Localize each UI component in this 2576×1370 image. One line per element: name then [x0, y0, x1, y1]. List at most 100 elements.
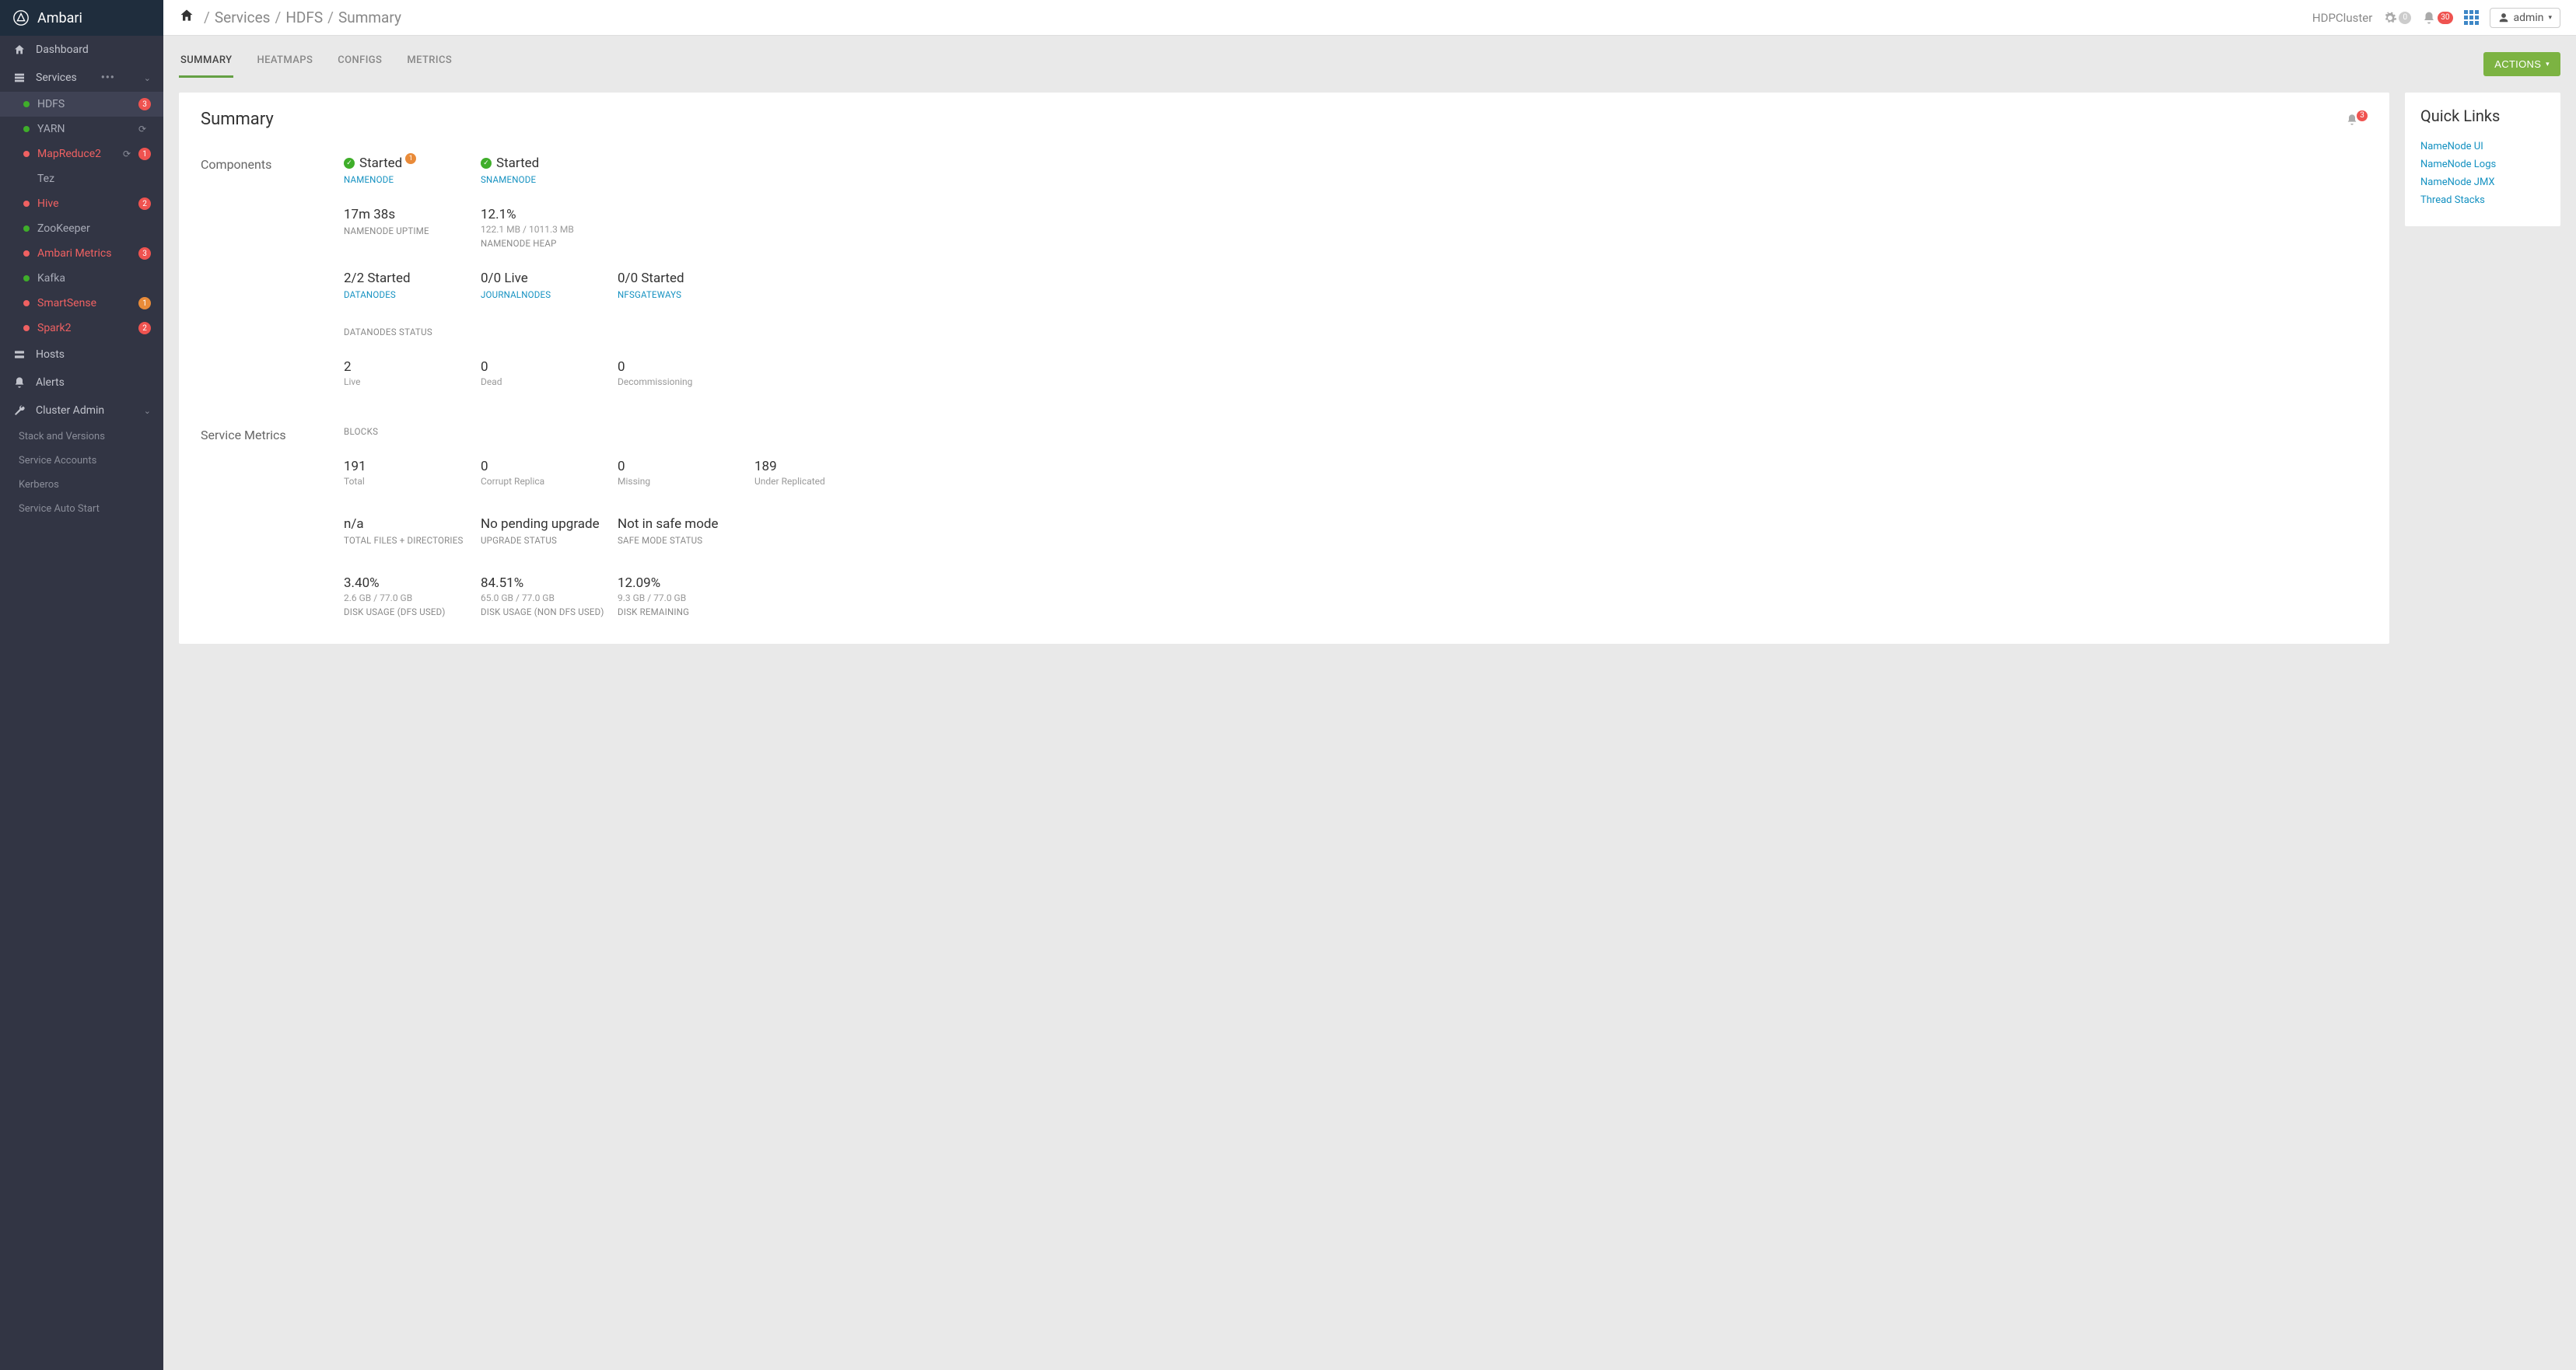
alert-badge[interactable]: 2: [138, 322, 151, 334]
tab-summary[interactable]: SUMMARY: [179, 50, 233, 78]
sidebar-service-hive[interactable]: Hive2: [0, 191, 163, 216]
blocks-total-value: 191: [344, 459, 481, 474]
quick-links-panel: Quick Links NameNode UINameNode LogsName…: [2405, 93, 2560, 226]
sidebar-service-mapreduce2[interactable]: MapReduce2⟳1: [0, 142, 163, 166]
nav-dashboard[interactable]: Dashboard: [0, 36, 163, 64]
summary-title: Summary: [201, 110, 274, 129]
blocks-missing-label: Missing: [618, 476, 754, 487]
snamenode-status: ✓ Started SNAMENODE: [481, 156, 618, 185]
user-menu-button[interactable]: admin ▾: [2490, 8, 2560, 28]
sidebar-service-hdfs[interactable]: HDFS3: [0, 92, 163, 117]
nav-cluster-admin[interactable]: Cluster Admin ⌄: [0, 397, 163, 425]
blocks-corrupt-label: Corrupt Replica: [481, 476, 618, 487]
disk-remain-sub: 9.3 GB / 77.0 GB: [618, 592, 754, 603]
summary-alerts[interactable]: 3: [2346, 114, 2368, 126]
cluster-admin-service-accounts[interactable]: Service Accounts: [0, 449, 163, 473]
sidebar-service-kafka[interactable]: Kafka: [0, 266, 163, 291]
alerts-icon[interactable]: 30: [2422, 11, 2452, 25]
upgrade-value: No pending upgrade: [481, 516, 618, 532]
alert-badge[interactable]: 1: [138, 297, 151, 309]
status-dot: [23, 201, 30, 207]
quick-link-namenode-ui[interactable]: NameNode UI: [2420, 141, 2545, 152]
dn-decom-value: 0: [618, 359, 754, 375]
status-dot: [23, 151, 30, 157]
blocks-under-label: Under Replicated: [754, 476, 891, 487]
dn-dead: 0 Dead: [481, 359, 618, 387]
sidebar-service-ambari-metrics[interactable]: Ambari Metrics3: [0, 241, 163, 266]
brand[interactable]: Ambari: [0, 0, 163, 36]
upgrade-label: UPGRADE STATUS: [481, 535, 618, 546]
nav-services[interactable]: Services ••• ⌄: [0, 64, 163, 92]
blocks-total: 191 Total: [344, 459, 481, 487]
sidebar-service-spark2[interactable]: Spark22: [0, 316, 163, 341]
cluster-admin-kerberos[interactable]: Kerberos: [0, 473, 163, 497]
disk-remain-value: 12.09%: [618, 575, 754, 591]
datanodes-link[interactable]: DATANODES: [344, 289, 481, 300]
service-name: Spark2: [37, 322, 135, 334]
tab-configs[interactable]: CONFIGS: [336, 50, 383, 78]
blocks-under-value: 189: [754, 459, 891, 474]
dn-decom-label: Decommissioning: [618, 376, 754, 387]
nn-uptime: 17m 38s NAMENODE UPTIME: [344, 207, 481, 249]
files-metric: n/a TOTAL FILES + DIRECTORIES: [344, 516, 481, 546]
cluster-admin-service-auto-start[interactable]: Service Auto Start: [0, 497, 163, 521]
status-dot: [23, 126, 30, 132]
alert-badge[interactable]: 3: [138, 247, 151, 260]
nfsgateways-link[interactable]: NFSGATEWAYS: [618, 289, 754, 300]
journalnodes-link[interactable]: JOURNALNODES: [481, 289, 618, 300]
chevron-down-icon[interactable]: ⌄: [144, 406, 151, 416]
refresh-icon[interactable]: ⟳: [123, 149, 131, 159]
datanodes-value: 2/2 Started: [344, 271, 481, 286]
service-metrics-label: Service Metrics: [201, 426, 344, 617]
alert-badge[interactable]: 3: [138, 98, 151, 110]
chevron-down-icon[interactable]: ⌄: [144, 73, 151, 83]
content: SUMMARYHEATMAPSCONFIGSMETRICS ACTIONS ▾ …: [163, 36, 2576, 659]
home-icon[interactable]: [179, 8, 194, 27]
warning-badge[interactable]: 1: [405, 153, 416, 164]
status-dot: [23, 250, 30, 257]
dn-live-value: 2: [344, 359, 481, 375]
journalnodes-metric: 0/0 Live JOURNALNODES: [481, 271, 618, 300]
service-name: SmartSense: [37, 297, 135, 309]
service-name: Ambari Metrics: [37, 247, 135, 260]
cluster-name[interactable]: HDPCluster: [2312, 11, 2372, 25]
apps-icon[interactable]: [2464, 10, 2479, 25]
blocks-corrupt-value: 0: [481, 459, 618, 474]
nav-hosts-label: Hosts: [36, 348, 65, 361]
status-dot: [23, 101, 30, 107]
tab-heatmaps[interactable]: HEATMAPS: [255, 50, 314, 78]
breadcrumb-services[interactable]: Services: [215, 9, 271, 26]
sidebar-service-yarn[interactable]: YARN⟳: [0, 117, 163, 142]
alert-badge[interactable]: 2: [138, 197, 151, 210]
bell-icon: [2422, 11, 2436, 25]
tab-metrics[interactable]: METRICS: [405, 50, 453, 78]
dashboard-icon: [12, 44, 26, 56]
alert-badge[interactable]: 1: [138, 148, 151, 160]
disk-remain: 12.09% 9.3 GB / 77.0 GB DISK REMAINING: [618, 575, 754, 617]
files-value: n/a: [344, 516, 481, 532]
disk-nondfs-sub: 65.0 GB / 77.0 GB: [481, 592, 618, 603]
nav-hosts[interactable]: Hosts: [0, 341, 163, 369]
check-icon: ✓: [481, 158, 492, 169]
quick-link-namenode-jmx[interactable]: NameNode JMX: [2420, 176, 2545, 188]
nav-dashboard-label: Dashboard: [36, 44, 89, 56]
snamenode-link[interactable]: SNAMENODE: [481, 174, 618, 185]
quick-link-namenode-logs[interactable]: NameNode Logs: [2420, 159, 2545, 170]
user-label: admin: [2514, 12, 2544, 24]
ops-icon[interactable]: 0: [2383, 11, 2411, 25]
sidebar-service-tez[interactable]: Tez: [0, 166, 163, 191]
sidebar-service-smartsense[interactable]: SmartSense1: [0, 291, 163, 316]
actions-button[interactable]: ACTIONS ▾: [2483, 52, 2560, 76]
refresh-icon[interactable]: ⟳: [138, 124, 146, 135]
breadcrumb-hdfs[interactable]: HDFS: [285, 9, 323, 26]
nav-alerts[interactable]: Alerts: [0, 369, 163, 397]
services-menu-icon[interactable]: •••: [101, 72, 115, 84]
quick-link-thread-stacks[interactable]: Thread Stacks: [2420, 194, 2545, 206]
snamenode-status-text: Started: [496, 156, 539, 171]
tabs: SUMMARY HEATMAPS CONFIGS METRICS: [179, 50, 453, 78]
sidebar-service-zookeeper[interactable]: ZooKeeper: [0, 216, 163, 241]
status-dot: [23, 225, 30, 232]
namenode-link[interactable]: NAMENODE: [344, 174, 481, 185]
components-label: Components: [201, 156, 344, 387]
cluster-admin-stack-and-versions[interactable]: Stack and Versions: [0, 425, 163, 449]
